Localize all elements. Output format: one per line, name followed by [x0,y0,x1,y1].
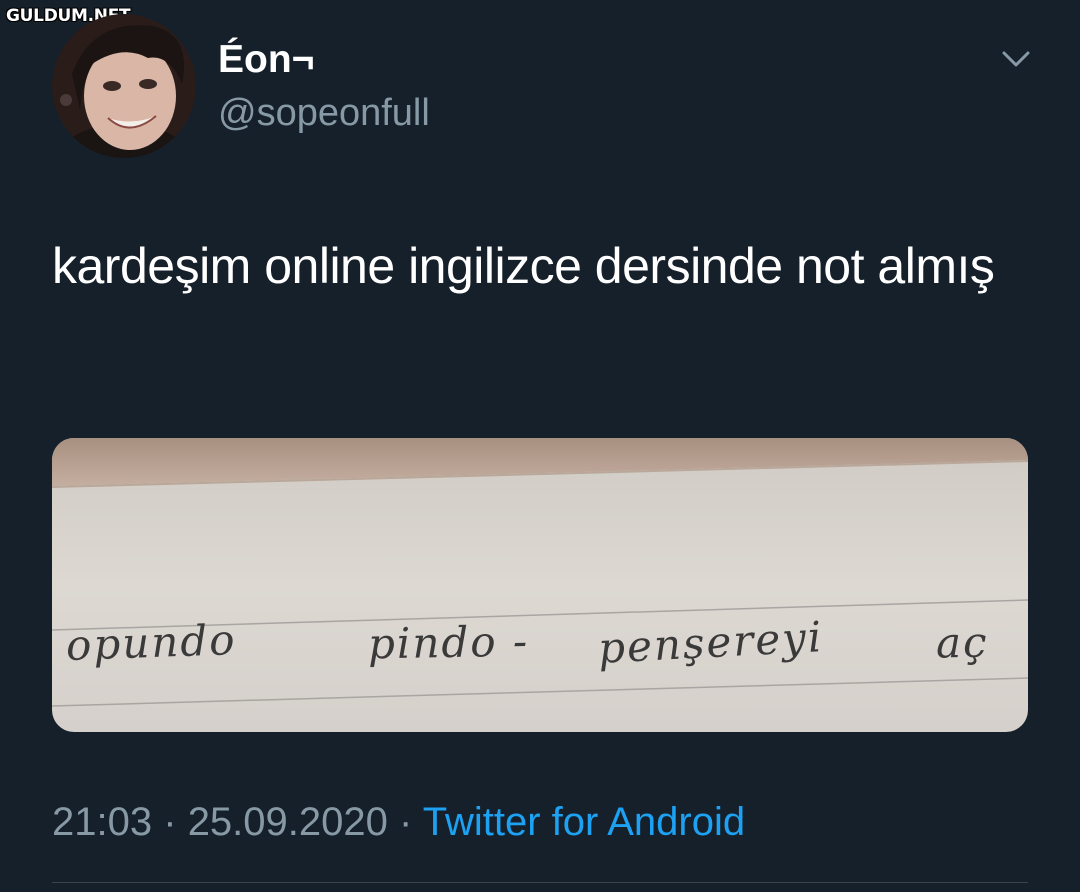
tweet-text: kardeşim online ingilizce dersinde not a… [52,238,995,294]
profile-avatar[interactable] [52,14,196,158]
meta-separator: · [399,800,413,844]
tweet-source-link[interactable]: Twitter for Android [423,800,745,844]
tweet-page: GULDUM.NET Éon¬ @sopeonfull kardeşim onl… [0,0,1080,892]
tweet-date[interactable]: 25.09.2020 [188,800,388,844]
divider [52,882,1028,883]
username-handle[interactable]: @sopeonfull [218,92,430,135]
display-name[interactable]: Éon¬ [218,38,314,82]
tweet-media-image[interactable] [52,438,1028,732]
chevron-down-icon[interactable] [998,44,1034,74]
handwriting-word: pindo - [367,616,530,669]
tweet-meta: 21:03 · 25.09.2020 · Twitter for Android [52,800,745,845]
handwriting-word: opundo [65,615,238,670]
meta-separator: · [163,800,177,844]
tweet-time[interactable]: 21:03 [52,800,152,844]
handwriting-word: aç [935,617,989,668]
